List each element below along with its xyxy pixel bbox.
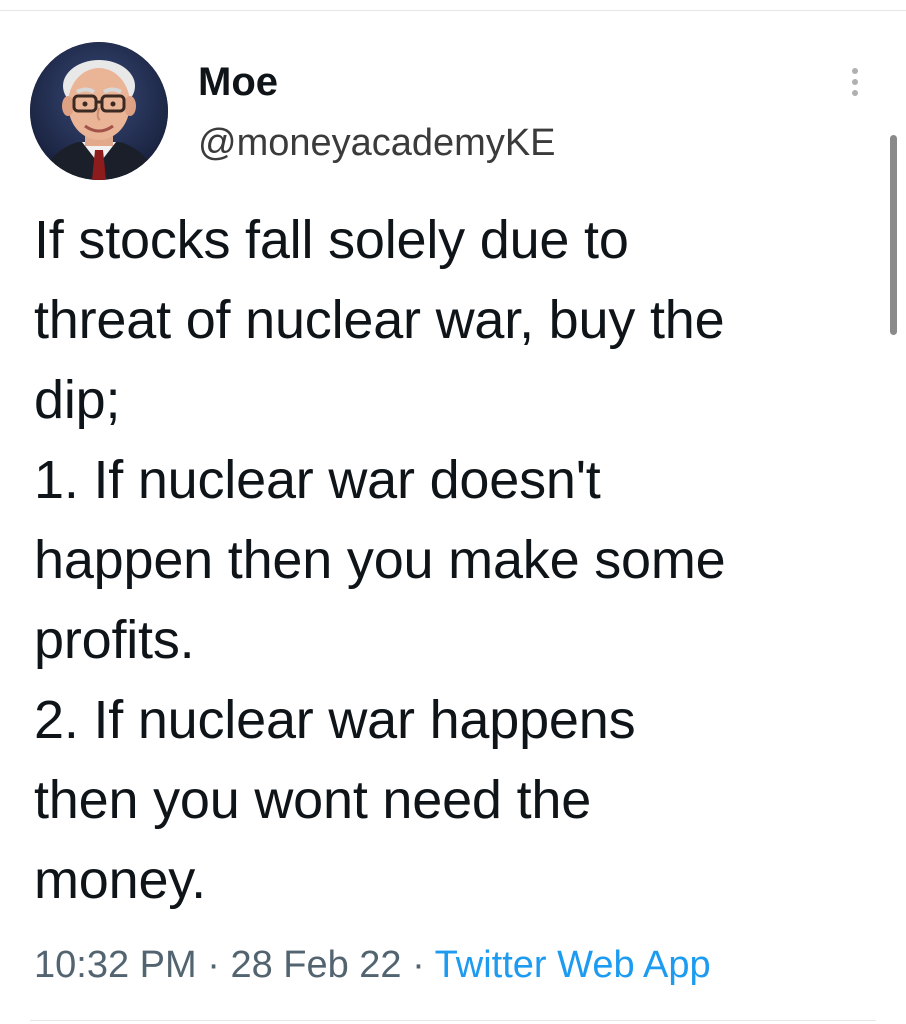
more-options-button[interactable] xyxy=(838,58,872,106)
meta-separator: · xyxy=(207,944,220,986)
tweet-line: profits. xyxy=(34,610,195,670)
more-vertical-icon-dot xyxy=(852,79,858,85)
tweet-time[interactable]: 10:32 PM xyxy=(34,944,197,986)
tweet-line: money. xyxy=(34,850,206,910)
top-divider xyxy=(0,10,906,11)
tweet-line: If stocks fall solely due to xyxy=(34,210,629,270)
scrollbar-thumb[interactable] xyxy=(890,135,897,335)
avatar[interactable] xyxy=(30,42,168,180)
more-vertical-icon-dot xyxy=(852,90,858,96)
avatar-photo xyxy=(30,42,168,180)
tweet-line: then you wont need the xyxy=(34,770,592,830)
author-handle[interactable]: @moneyacademyKE xyxy=(198,120,556,166)
tweet-date[interactable]: 28 Feb 22 xyxy=(230,944,401,986)
bottom-divider xyxy=(30,1020,876,1021)
tweet-line: happen then you make some xyxy=(34,530,726,590)
meta-separator: · xyxy=(412,944,425,986)
tweet-line: threat of nuclear war, buy the xyxy=(34,290,725,350)
tweet-text: If stocks fall solely due to threat of n… xyxy=(34,200,874,920)
author-display-name[interactable]: Moe xyxy=(198,58,278,106)
tweet-source-link[interactable]: Twitter Web App xyxy=(435,944,711,986)
more-vertical-icon xyxy=(852,68,858,74)
tweet-metadata: 10:32 PM · 28 Feb 22 · Twitter Web App xyxy=(34,942,711,988)
tweet-line: 2. If nuclear war happens xyxy=(34,690,636,750)
tweet-line: dip; xyxy=(34,370,121,430)
tweet-line: 1. If nuclear war doesn't xyxy=(34,450,601,510)
